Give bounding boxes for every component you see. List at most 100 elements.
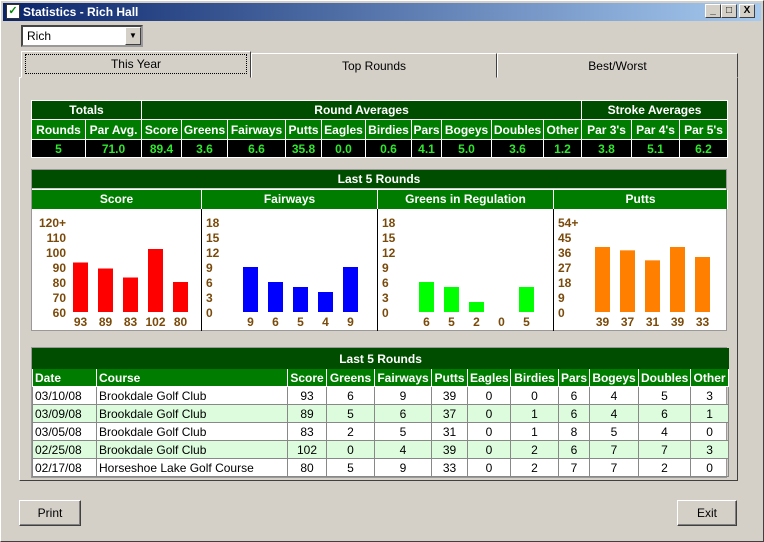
close-button[interactable]: X: [739, 4, 755, 18]
table-cell: 37: [431, 404, 468, 423]
summary-table: Totals Round Averages Stroke Averages Roun…: [30, 100, 729, 158]
last-5-rounds-table: Last 5 Rounds Date Course Score Greens Fairw…: [31, 347, 730, 478]
table-cell: 4: [589, 404, 639, 423]
bar-value-label: 39: [596, 315, 610, 329]
table-cell: 0: [467, 458, 511, 477]
bar-value-label: 93: [74, 315, 88, 329]
table-cell: 8: [558, 422, 590, 441]
table-cell: 1: [689, 404, 730, 423]
summary-header: Greens: [181, 119, 229, 140]
table-cell: 2: [510, 458, 559, 477]
summary-header: Bogeys: [441, 119, 493, 140]
bar-chart: 18151296309 6 5 4 9: [206, 216, 358, 329]
table-cell: 80: [287, 458, 327, 477]
y-tick-label: 12: [206, 246, 220, 260]
table-cell: Brookdale Golf Club: [96, 386, 288, 405]
table-cell: 39: [431, 440, 468, 459]
tab-this-year[interactable]: This Year: [21, 51, 251, 78]
bar: [318, 292, 333, 312]
y-tick-label: 54+: [558, 216, 578, 230]
bar: [73, 262, 88, 312]
table-row[interactable]: 02/25/08 Brookdale Golf Club 102 0 4 39 0 2 6 7 7 3: [32, 440, 730, 459]
tab-top-rounds[interactable]: Top Rounds: [251, 53, 497, 78]
bar-value-label: 31: [646, 315, 660, 329]
bar-value-label: 4: [322, 315, 329, 329]
tab-label: This Year: [25, 54, 247, 74]
table-cell: 03/09/08: [32, 404, 97, 423]
chart-panel: 18 15 12 9 6 3 0 9 6 5 4 9: [202, 209, 378, 331]
column-header[interactable]: Other: [689, 368, 730, 387]
table-cell: 7: [638, 440, 691, 459]
table-cell: 93: [287, 386, 327, 405]
maximize-button[interactable]: □: [721, 4, 737, 18]
column-header[interactable]: Birdies: [510, 368, 559, 387]
table-cell: 5: [589, 422, 639, 441]
column-header[interactable]: Eagles: [467, 368, 511, 387]
charts-title: Last 5 Rounds: [32, 170, 726, 189]
group-stroke-averages: Stroke Averages: [581, 100, 729, 120]
bar-value-label: 2: [473, 315, 480, 329]
y-tick-label: 15: [206, 231, 220, 245]
y-tick-label: 9: [382, 261, 389, 275]
bar-value-label: 33: [696, 315, 710, 329]
summary-header: Pars: [411, 119, 443, 140]
table-cell: 0: [467, 440, 511, 459]
table-cell: 102: [287, 440, 327, 459]
player-select[interactable]: Rich ▼: [21, 25, 143, 47]
column-header[interactable]: Doubles: [638, 368, 691, 387]
summary-value: 0.6: [365, 139, 413, 158]
table-row[interactable]: 03/10/08 Brookdale Golf Club 93 6 9 39 0 0 6 4 5 3: [32, 386, 730, 405]
table-row[interactable]: 02/17/08 Horseshoe Lake Golf Course 80 5 9 33…: [32, 458, 730, 477]
table-cell: 03/10/08: [32, 386, 97, 405]
y-tick-label: 6: [206, 276, 213, 290]
table-cell: 0: [510, 386, 559, 405]
table-cell: 5: [374, 422, 432, 441]
bar: [595, 247, 610, 312]
chart-title: Greens in Regulation: [378, 190, 554, 209]
column-header[interactable]: Greens: [326, 368, 375, 387]
y-tick-label: 120+: [39, 216, 66, 230]
chevron-down-icon[interactable]: ▼: [125, 27, 141, 45]
column-header[interactable]: Course: [96, 368, 288, 387]
table-cell: 3: [689, 440, 730, 459]
y-tick-label: 110: [47, 231, 67, 245]
minimize-button[interactable]: _: [705, 4, 721, 18]
summary-header: Eagles: [321, 119, 367, 140]
bar-value-label: 9: [247, 315, 254, 329]
bar: [419, 282, 434, 312]
table-cell: 6: [374, 404, 432, 423]
print-button[interactable]: Print: [19, 500, 81, 526]
summary-header: Par 4's: [631, 119, 681, 140]
column-header[interactable]: Fairways: [374, 368, 432, 387]
table-cell: 2: [326, 422, 375, 441]
summary-value: 3.6: [181, 139, 229, 158]
bar-value-label: 5: [523, 315, 530, 329]
table-cell: 9: [374, 386, 432, 405]
column-header[interactable]: Pars: [558, 368, 590, 387]
player-select-value: Rich: [27, 29, 52, 43]
table-row[interactable]: 03/05/08 Brookdale Golf Club 83 2 5 31 0 1 8 5 4 0: [32, 422, 730, 441]
y-tick-label: 6: [382, 276, 389, 290]
bar: [670, 247, 685, 312]
bar: [173, 282, 188, 312]
table-cell: 9: [374, 458, 432, 477]
column-header[interactable]: Date: [32, 368, 97, 387]
table-row[interactable]: 03/09/08 Brookdale Golf Club 89 5 6 37 0 1 6 4 6 1: [32, 404, 730, 423]
table-cell: Brookdale Golf Club: [96, 440, 288, 459]
exit-button[interactable]: Exit: [677, 500, 737, 526]
table-cell: 03/05/08: [32, 422, 97, 441]
column-header[interactable]: Putts: [431, 368, 468, 387]
summary-value: 5.0: [441, 139, 493, 158]
y-tick-label: 15: [382, 231, 396, 245]
column-header[interactable]: Score: [287, 368, 327, 387]
table-cell: 39: [431, 386, 468, 405]
table-cell: 7: [589, 440, 639, 459]
tab-best-worst[interactable]: Best/Worst: [497, 53, 738, 78]
summary-value: 6.2: [679, 139, 729, 158]
table-cell: 7: [589, 458, 639, 477]
golf-check-icon: ✓: [6, 4, 20, 19]
chart-title: Score: [32, 190, 202, 209]
bar-value-label: 5: [448, 315, 455, 329]
column-header[interactable]: Bogeys: [589, 368, 639, 387]
bar: [519, 287, 534, 312]
